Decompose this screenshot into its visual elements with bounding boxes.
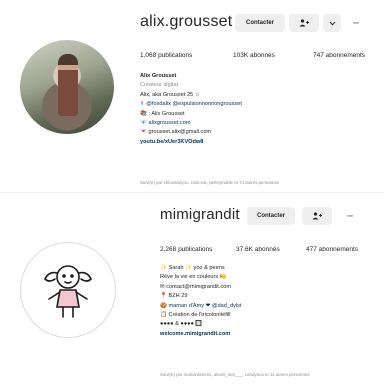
bio-location: 📍 BZH 29: [160, 293, 188, 300]
more-options-button[interactable]: ⋯: [346, 14, 366, 32]
chevron-down-icon: [329, 21, 335, 26]
bio-category: Créateur digital: [140, 82, 178, 89]
profile-card-alix: alix.grousset Contacter ⋯ 1,068 publicat…: [0, 0, 384, 192]
followed-by-text[interactable]: Suivi(e) par maisonlosieris, alexis_mar_…: [160, 372, 310, 377]
bio-link[interactable]: youtu.be/xUer3KVOdw8: [140, 138, 242, 147]
more-options-button[interactable]: ⋯: [340, 207, 360, 225]
add-user-icon: [299, 19, 309, 27]
bio-line: Rêve la vie en couleurs 🍋: [160, 274, 227, 281]
add-user-button[interactable]: [302, 207, 332, 225]
add-user-button[interactable]: [289, 14, 319, 32]
bio-mentions[interactable]: ✌ @foxdalix @expulsionnonnongrousset: [140, 100, 242, 109]
profile-card-mimi: mimigrandit Contacter ⋯ 2,268 publicatio…: [0, 192, 384, 387]
bio-link[interactable]: welcome.mimigrandit.com: [160, 330, 242, 339]
contact-button[interactable]: Contacter: [247, 207, 295, 225]
bio-line: 📚 : Alix Grousset: [140, 110, 185, 117]
contact-button[interactable]: Contacter: [235, 14, 285, 32]
profile-avatar[interactable]: [20, 242, 116, 338]
bio-line: 📋 Création de l'tricolonitéfill: [160, 312, 231, 319]
posts-count: 1,068 publications: [140, 52, 193, 59]
bio-website[interactable]: 📧 alixgrousset.com: [140, 119, 242, 128]
bio-mentions[interactable]: 🍪 maman d'Amy ❤ @dad_dylst: [160, 302, 242, 311]
bio-line: ✨ Sarah ✨ yoo & peens: [160, 265, 225, 271]
profile-bio: ✨ Sarah ✨ yoo & peens Rêve la vie en cou…: [160, 264, 242, 339]
bio-email: 💌 grousset.alix@gmail.com: [140, 129, 212, 136]
bio-name: Alix Grousset: [140, 73, 177, 79]
bio-line: ●●●● & ●●●● 🔲: [160, 321, 203, 328]
bio-line: Alix, aka Grousset 25 ☆: [140, 91, 200, 98]
following-count[interactable]: 747 abonnements: [313, 52, 365, 59]
following-count[interactable]: 477 abonnements: [306, 246, 358, 253]
profile-username: mimigrandit: [160, 206, 240, 223]
girl-drawing-icon: [44, 265, 92, 318]
bio-email: ✉ contact@mimigrandit.com: [160, 283, 231, 290]
profile-username: alix.grousset: [140, 13, 233, 30]
add-user-icon: [312, 212, 322, 220]
followed-by-text[interactable]: Suivi(e) par chloeandyou, rock.eat, perl…: [140, 180, 279, 185]
followers-count[interactable]: 37.6K abonnés: [236, 246, 280, 253]
dropdown-button[interactable]: [323, 14, 341, 32]
followers-count[interactable]: 103K abonnés: [233, 52, 275, 59]
posts-count: 2,268 publications: [160, 246, 213, 253]
profile-avatar[interactable]: [20, 40, 114, 134]
profile-bio: Alix Grousset Créateur digital Alix, aka…: [140, 72, 242, 147]
